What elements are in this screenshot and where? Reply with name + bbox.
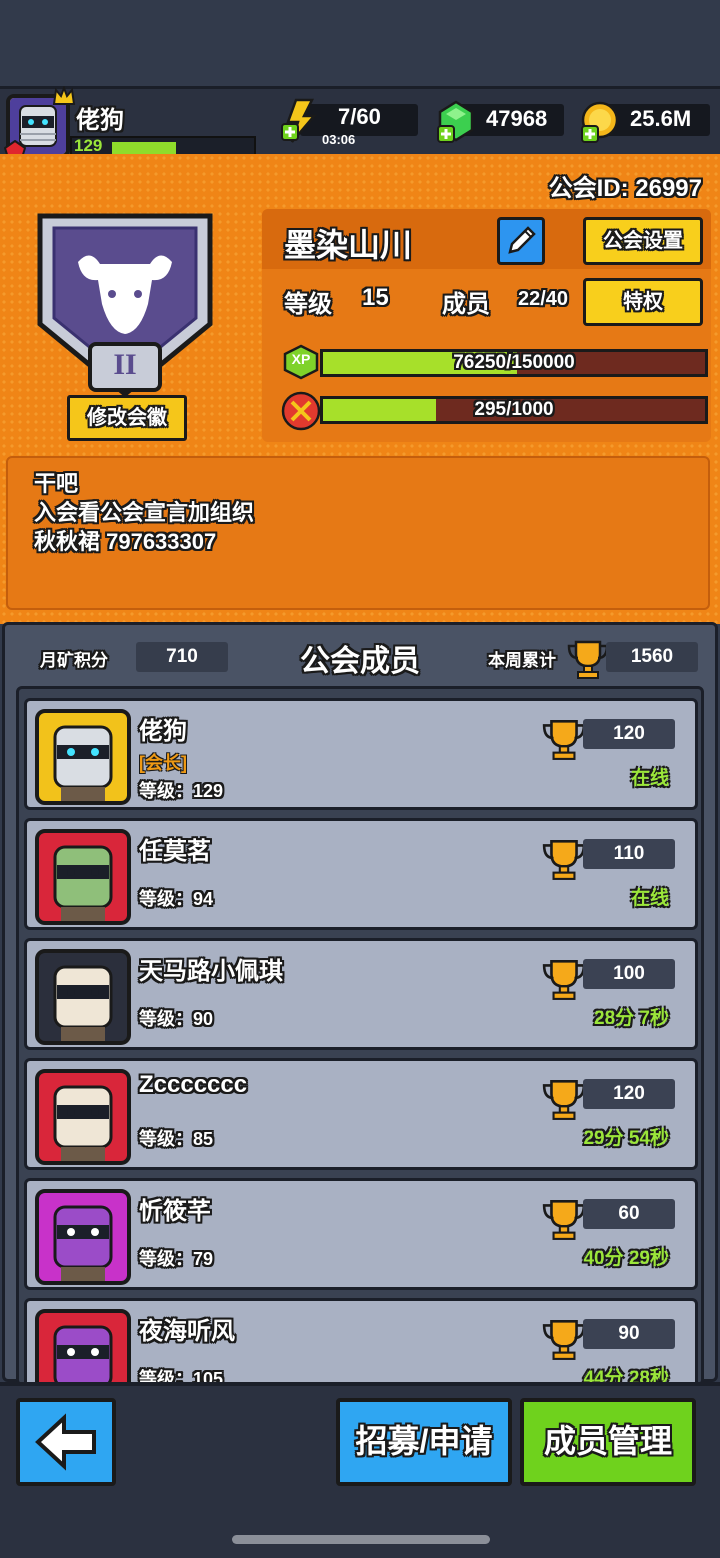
- manage-members-button[interactable]: 成员管理: [520, 1398, 696, 1486]
- character-portrait-icon: [53, 725, 113, 801]
- crown-icon: [52, 86, 76, 105]
- character-portrait-icon: [53, 1205, 113, 1281]
- trophy-icon: [542, 839, 586, 880]
- member-name: 佬狗: [139, 718, 187, 745]
- lightning-icon: [281, 98, 317, 143]
- member-name: 任莫茗: [139, 838, 211, 865]
- privilege-button[interactable]: 特权: [583, 278, 703, 326]
- character-portrait-icon: [53, 1325, 113, 1383]
- trophy-icon: [542, 1079, 586, 1120]
- pencil-icon: [508, 226, 536, 254]
- guild-emblem[interactable]: II: [30, 204, 220, 400]
- guild-level-value: 15: [362, 284, 389, 311]
- member-card[interactable]: 任莫茗 等级：94 110 在线: [24, 818, 698, 930]
- guild-battle-text: 295/1000: [474, 399, 554, 420]
- member-card[interactable]: 天马路小佩琪 等级：90 100 28分 7秒: [24, 938, 698, 1050]
- gems-value: 47968: [486, 106, 548, 131]
- player-name: 佬狗: [76, 107, 124, 134]
- member-score: 110: [583, 839, 675, 869]
- member-score: 120: [583, 719, 675, 749]
- edit-name-button[interactable]: [497, 217, 545, 265]
- guild-xp-text: 76250/150000: [453, 352, 575, 373]
- trophy-icon: [542, 959, 586, 1000]
- player-level-bar-fill: [112, 142, 176, 154]
- gold-coin-icon: [581, 101, 619, 143]
- trophy-icon: [542, 719, 586, 760]
- home-indicator: [232, 1535, 490, 1544]
- motto-line: 干吧: [34, 471, 79, 496]
- trophy-icon: [542, 1319, 586, 1360]
- guild-level-label: 等级: [284, 291, 332, 318]
- recruit-apply-button[interactable]: 招募/申请: [336, 1398, 512, 1486]
- back-arrow-icon: [35, 1413, 96, 1471]
- member-status: 在线: [630, 768, 669, 789]
- member-avatar: [35, 829, 131, 925]
- member-card[interactable]: 忻筱芊 等级：79 60 40分 29秒: [24, 1178, 698, 1290]
- member-level: 等级：129: [139, 781, 224, 801]
- member-name: 忻筱芊: [139, 1198, 211, 1225]
- member-score: 90: [583, 1319, 675, 1349]
- member-name: 天马路小佩琪: [139, 958, 283, 985]
- guild-settings-button[interactable]: 公会设置: [583, 217, 703, 265]
- member-avatar: [35, 709, 131, 805]
- character-portrait-icon: [53, 965, 113, 1041]
- motto-line: 秋秋裙 797633307: [34, 529, 217, 554]
- monthly-points-value: 710: [136, 642, 228, 672]
- back-button[interactable]: [16, 1398, 116, 1486]
- member-status: 40分 29秒: [583, 1248, 669, 1269]
- member-card[interactable]: 夜海听风 等级：105 90 44分 28秒: [24, 1298, 698, 1383]
- member-card[interactable]: Zccccccc 等级：85 120 29分 54秒: [24, 1058, 698, 1170]
- guild-battle-bar: 295/1000: [320, 396, 708, 424]
- member-score: 60: [583, 1199, 675, 1229]
- gem-icon: [437, 100, 474, 143]
- member-score: 120: [583, 1079, 675, 1109]
- member-level: 等级：85: [139, 1129, 214, 1149]
- character-portrait-icon: [53, 845, 113, 921]
- gold-value: 25.6M: [630, 106, 692, 131]
- member-list[interactable]: 佬狗 [会长] 等级：129 120 在线 任莫茗 等级：94 110 在线 天…: [16, 686, 704, 1386]
- members-count-label: 成员: [442, 291, 490, 318]
- guild-name: 墨染山川: [284, 227, 413, 263]
- member-status: 28分 7秒: [594, 1008, 669, 1029]
- energy-timer: 03:06: [322, 132, 356, 147]
- member-avatar: [35, 1189, 131, 1285]
- member-name: Zccccccc: [139, 1071, 248, 1098]
- trophy-icon: [542, 1199, 586, 1240]
- xp-icon-label: XP: [291, 351, 311, 367]
- member-avatar: [35, 1069, 131, 1165]
- members-panel-title: 公会成员: [300, 645, 420, 678]
- member-status: 29分 54秒: [583, 1128, 669, 1149]
- members-count-value: 22/40: [518, 288, 569, 310]
- weekly-total-value: 1560: [606, 642, 698, 672]
- emblem-rank: II: [113, 348, 137, 381]
- member-avatar: [35, 949, 131, 1045]
- weekly-total-label: 本周累计: [488, 651, 556, 670]
- member-score: 100: [583, 959, 675, 989]
- member-level: 等级：79: [139, 1249, 214, 1269]
- member-name: 夜海听风: [139, 1318, 235, 1345]
- member-avatar: [35, 1309, 131, 1383]
- energy-value: 7/60: [338, 104, 381, 129]
- guild-xp-bar: 76250/150000: [320, 349, 708, 377]
- player-level: 129: [74, 136, 103, 155]
- motto-line: 入会看公会宣言加组织: [34, 500, 255, 525]
- edit-emblem-button[interactable]: 修改会徽: [67, 395, 187, 441]
- character-portrait-icon: [53, 1085, 113, 1161]
- crossed-swords-icon: [281, 391, 321, 431]
- member-role: [会长]: [139, 753, 187, 773]
- trophy-icon: [567, 640, 609, 679]
- member-level: 等级：94: [139, 889, 214, 909]
- member-status: 在线: [630, 888, 669, 909]
- member-level: 等级：90: [139, 1009, 214, 1029]
- member-card[interactable]: 佬狗 [会长] 等级：129 120 在线: [24, 698, 698, 810]
- monthly-points-label: 月矿积分: [40, 651, 108, 670]
- guild-id: 公会ID: 26997: [548, 175, 702, 202]
